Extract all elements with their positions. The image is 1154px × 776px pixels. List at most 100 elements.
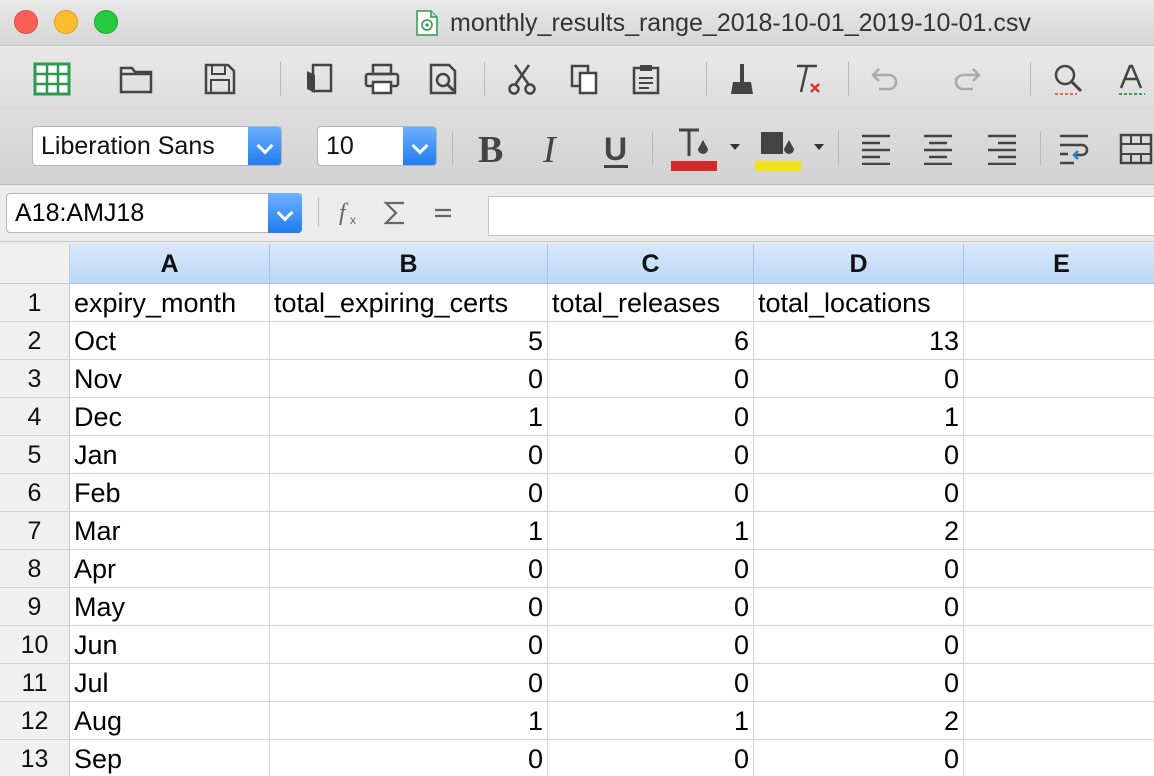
cell-c11[interactable]: 0 <box>548 664 754 702</box>
cell-b11[interactable]: 0 <box>270 664 548 702</box>
cell-b2[interactable]: 5 <box>270 322 548 360</box>
row-header[interactable]: 11 <box>0 664 70 702</box>
name-box[interactable]: A18:AMJ18 <box>6 193 302 233</box>
cell-a4[interactable]: Dec <box>70 398 270 436</box>
cell-b6[interactable]: 0 <box>270 474 548 512</box>
sum-icon[interactable] <box>378 196 412 230</box>
cell-e12[interactable] <box>964 702 1154 740</box>
font-size-combo[interactable]: 10 <box>317 126 437 166</box>
cell-e13[interactable] <box>964 740 1154 776</box>
print-preview-icon[interactable] <box>424 59 464 99</box>
font-name-combo[interactable]: Liberation Sans <box>32 126 282 166</box>
cell-c9[interactable]: 0 <box>548 588 754 626</box>
column-header-d[interactable]: D <box>754 244 964 284</box>
row-header[interactable]: 4 <box>0 398 70 436</box>
row-header[interactable]: 10 <box>0 626 70 664</box>
undo-icon[interactable] <box>864 59 904 99</box>
align-center-icon[interactable] <box>920 129 956 169</box>
column-header-e[interactable]: E <box>964 244 1154 284</box>
select-all-corner[interactable] <box>0 244 70 284</box>
clone-formatting-icon[interactable] <box>722 59 762 99</box>
italic-icon[interactable]: I <box>534 127 574 171</box>
clear-formatting-icon[interactable] <box>788 59 828 99</box>
cell-d10[interactable]: 0 <box>754 626 964 664</box>
cell-a1[interactable]: expiry_month <box>70 284 270 322</box>
cell-b4[interactable]: 1 <box>270 398 548 436</box>
cell-e3[interactable] <box>964 360 1154 398</box>
cell-d13[interactable]: 0 <box>754 740 964 776</box>
cell-e5[interactable] <box>964 436 1154 474</box>
cell-c2[interactable]: 6 <box>548 322 754 360</box>
row-header[interactable]: 7 <box>0 512 70 550</box>
formula-input[interactable] <box>488 196 1154 236</box>
print-icon[interactable] <box>360 59 404 99</box>
column-header-b[interactable]: B <box>270 244 548 284</box>
cell-c5[interactable]: 0 <box>548 436 754 474</box>
bold-icon[interactable]: B <box>470 127 514 171</box>
cell-d3[interactable]: 0 <box>754 360 964 398</box>
cell-d2[interactable]: 13 <box>754 322 964 360</box>
cell-a11[interactable]: Jul <box>70 664 270 702</box>
highlight-color-icon[interactable] <box>752 125 804 173</box>
cell-d1[interactable]: total_locations <box>754 284 964 322</box>
cell-a2[interactable]: Oct <box>70 322 270 360</box>
find-replace-icon[interactable] <box>1048 59 1088 99</box>
open-folder-icon[interactable] <box>116 59 156 99</box>
cell-c12[interactable]: 1 <box>548 702 754 740</box>
cell-c4[interactable]: 0 <box>548 398 754 436</box>
cell-e9[interactable] <box>964 588 1154 626</box>
cell-a12[interactable]: Aug <box>70 702 270 740</box>
cell-e2[interactable] <box>964 322 1154 360</box>
cell-a13[interactable]: Sep <box>70 740 270 776</box>
cell-a10[interactable]: Jun <box>70 626 270 664</box>
function-wizard-icon[interactable]: fx <box>334 196 368 230</box>
row-header[interactable]: 12 <box>0 702 70 740</box>
cell-e4[interactable] <box>964 398 1154 436</box>
minimize-window-button[interactable] <box>54 10 78 34</box>
row-header[interactable]: 8 <box>0 550 70 588</box>
cell-b5[interactable]: 0 <box>270 436 548 474</box>
row-header[interactable]: 1 <box>0 284 70 322</box>
underline-icon[interactable]: U <box>596 127 636 175</box>
cell-b12[interactable]: 1 <box>270 702 548 740</box>
cell-a7[interactable]: Mar <box>70 512 270 550</box>
cell-b8[interactable]: 0 <box>270 550 548 588</box>
close-window-button[interactable] <box>14 10 38 34</box>
cell-e6[interactable] <box>964 474 1154 512</box>
row-header[interactable]: 5 <box>0 436 70 474</box>
font-name-dropdown-button[interactable] <box>248 127 281 165</box>
cell-e7[interactable] <box>964 512 1154 550</box>
cell-d11[interactable]: 0 <box>754 664 964 702</box>
font-color-dropdown-icon[interactable] <box>730 144 740 150</box>
cell-a3[interactable]: Nov <box>70 360 270 398</box>
redo-icon[interactable] <box>948 59 988 99</box>
cell-c3[interactable]: 0 <box>548 360 754 398</box>
highlight-color-dropdown-icon[interactable] <box>814 144 824 150</box>
font-color-icon[interactable] <box>668 125 720 173</box>
zoom-window-button[interactable] <box>94 10 118 34</box>
row-header[interactable]: 6 <box>0 474 70 512</box>
cell-b9[interactable]: 0 <box>270 588 548 626</box>
cell-b1[interactable]: total_expiring_certs <box>270 284 548 322</box>
cell-a9[interactable]: May <box>70 588 270 626</box>
wrap-text-icon[interactable] <box>1056 129 1094 169</box>
formula-icon[interactable] <box>426 196 460 230</box>
row-header[interactable]: 13 <box>0 740 70 776</box>
cell-d5[interactable]: 0 <box>754 436 964 474</box>
column-header-a[interactable]: A <box>70 244 270 284</box>
row-header[interactable]: 2 <box>0 322 70 360</box>
cell-d7[interactable]: 2 <box>754 512 964 550</box>
cell-c6[interactable]: 0 <box>548 474 754 512</box>
align-right-icon[interactable] <box>984 129 1020 169</box>
export-pdf-icon[interactable] <box>300 59 340 99</box>
cell-e10[interactable] <box>964 626 1154 664</box>
save-icon[interactable] <box>200 59 240 99</box>
cell-d6[interactable]: 0 <box>754 474 964 512</box>
cell-b10[interactable]: 0 <box>270 626 548 664</box>
row-header[interactable]: 3 <box>0 360 70 398</box>
cell-e1[interactable] <box>964 284 1154 322</box>
cell-c7[interactable]: 1 <box>548 512 754 550</box>
cell-b3[interactable]: 0 <box>270 360 548 398</box>
cut-icon[interactable] <box>502 59 542 99</box>
cell-d8[interactable]: 0 <box>754 550 964 588</box>
